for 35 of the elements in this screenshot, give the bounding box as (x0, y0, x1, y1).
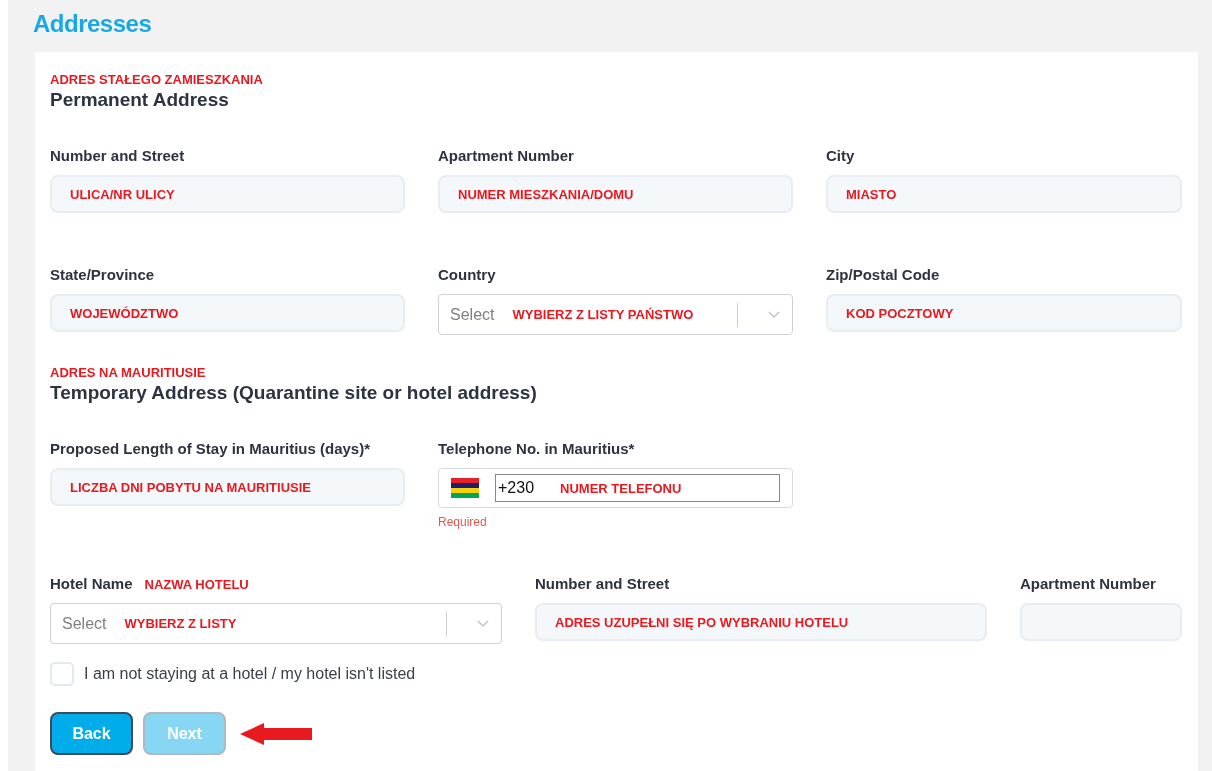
chevron-down-icon (768, 310, 780, 319)
field-label: Hotel Name (50, 575, 133, 593)
field-label: Apartment Number (438, 147, 574, 165)
section-heading: Permanent Address (50, 89, 229, 111)
input-field[interactable]: ULICA/NR ULICY (50, 175, 405, 213)
page-title: Addresses (33, 10, 152, 38)
field-label: City (826, 147, 855, 165)
chevron-down-icon (477, 619, 489, 628)
field-label: Telephone No. in Mauritius* (438, 440, 635, 458)
section-heading: Temporary Address (Quarantine site or hotel address) (50, 382, 537, 404)
input-field[interactable]: LICZBA DNI POBYTU NA MAURITIUSIE (50, 468, 405, 506)
checkbox-label: I am not staying at a hotel / my hotel isn't listed (84, 665, 416, 683)
arrow-icon (240, 722, 314, 745)
field-label: Number and Street (50, 147, 185, 165)
back-button[interactable]: Back (50, 712, 133, 755)
input-field[interactable]: WOJEWÓDZTWO (50, 294, 405, 332)
annotation-text: ADRES NA MAURITIUSIE (50, 365, 206, 380)
checkbox[interactable] (50, 662, 74, 686)
select-field[interactable]: Select WYBIERZ Z LISTY (50, 603, 502, 644)
input-field[interactable]: ADRES UZUPEŁNI SIĘ PO WYBRANIU HOTELU (535, 603, 987, 641)
input-field[interactable]: MIASTO (826, 175, 1182, 213)
input-field[interactable]: KOD POCZTOWY (826, 294, 1182, 332)
field-label: Proposed Length of Stay in Mauritius (days)* (50, 440, 371, 458)
flag-icon[interactable] (451, 478, 479, 498)
field-label: State/Province (50, 266, 155, 284)
annotation-text: NAZWA HOTELU (144, 577, 249, 592)
select-field[interactable]: Select WYBIERZ Z LISTY PAŃSTWO (438, 294, 793, 335)
input-field[interactable]: +230 NUMER TELEFONU (495, 474, 780, 502)
error-message: Required (438, 515, 487, 529)
field-label: Country (438, 266, 496, 284)
field-label: Apartment Number (1020, 575, 1156, 593)
field-label: Number and Street (535, 575, 670, 593)
annotation-text: ADRES STAŁEGO ZAMIESZKANIA (50, 72, 263, 87)
field-label: Zip/Postal Code (826, 266, 940, 284)
input-field[interactable]: NUMER MIESZKANIA/DOMU (438, 175, 793, 213)
